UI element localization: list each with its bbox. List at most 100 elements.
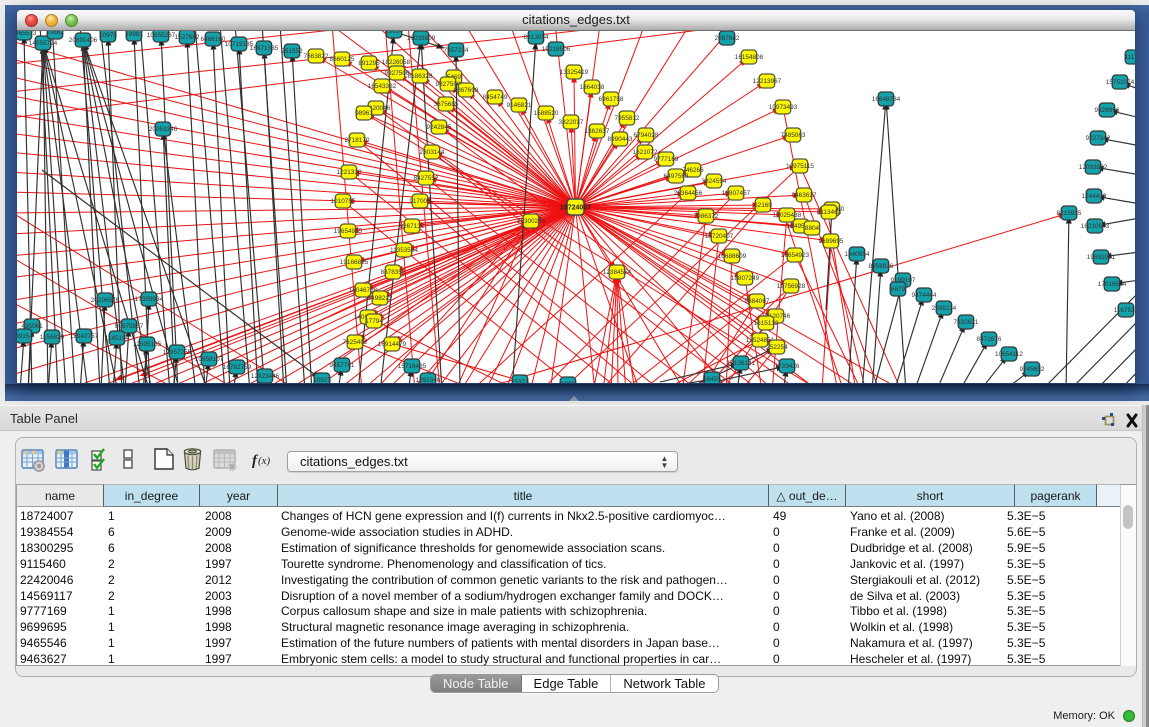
svg-text:8958926: 8958926: [869, 263, 894, 270]
svg-text:8186328: 8186328: [408, 73, 433, 80]
svg-text:1527602: 1527602: [175, 34, 200, 41]
svg-text:9457791: 9457791: [330, 362, 355, 369]
svg-text:12505135: 12505135: [133, 341, 162, 348]
svg-text:16210643: 16210643: [1081, 223, 1110, 230]
svg-text:1292346: 1292346: [416, 377, 441, 383]
svg-text:1010755: 1010755: [331, 198, 356, 205]
svg-text:8454749: 8454749: [483, 94, 508, 101]
svg-text:98961: 98961: [355, 110, 373, 117]
svg-text:16648784: 16648784: [872, 96, 901, 103]
svg-text:15751074: 15751074: [1106, 79, 1135, 86]
svg-text:8878352: 8878352: [381, 269, 406, 276]
svg-text:8990443: 8990443: [608, 136, 633, 143]
svg-text:15720407: 15720407: [705, 233, 734, 240]
svg-text:18807249: 18807249: [731, 275, 760, 282]
svg-text:3822037: 3822037: [559, 119, 584, 126]
svg-text:16671385: 16671385: [250, 45, 279, 52]
svg-text:15716485: 15716485: [398, 363, 427, 370]
svg-text:12942757: 12942757: [70, 333, 99, 340]
svg-text:16782759: 16782759: [223, 364, 252, 371]
svg-text:6961758: 6961758: [599, 96, 624, 103]
svg-text:8660125: 8660125: [330, 56, 355, 63]
svg-text:18226058: 18226058: [382, 59, 411, 66]
svg-text:8267130: 8267130: [400, 223, 425, 230]
svg-text:17957255: 17957255: [163, 349, 192, 356]
svg-text:1244419: 1244419: [1082, 193, 1107, 200]
svg-text:8215955: 8215955: [1057, 210, 1082, 217]
svg-text:8804: 8804: [805, 225, 820, 232]
svg-text:3824554: 3824554: [702, 178, 727, 185]
svg-text:8113463: 8113463: [817, 209, 842, 216]
svg-text:10975: 10975: [99, 32, 117, 39]
svg-text:9777169: 9777169: [654, 156, 679, 163]
svg-text:9474444: 9474444: [912, 292, 937, 299]
svg-text:17016504: 17016504: [1098, 281, 1127, 288]
svg-text:9884067: 9884067: [745, 298, 770, 305]
svg-text:1362637: 1362637: [585, 128, 610, 135]
svg-text:15372: 15372: [511, 379, 529, 383]
svg-text:9699695: 9699695: [819, 238, 844, 245]
svg-text:7955812: 7955812: [615, 115, 640, 122]
svg-text:1890: 1890: [561, 381, 576, 383]
svg-text:891295: 891295: [358, 60, 380, 67]
svg-text:19654925: 19654925: [334, 228, 363, 235]
svg-text:19654923: 19654923: [781, 252, 810, 259]
svg-text:7632621: 7632621: [954, 319, 979, 326]
svg-text:19862: 19862: [46, 31, 64, 36]
svg-text:90975867: 90975867: [115, 323, 144, 330]
svg-text:7986372: 7986372: [694, 213, 719, 220]
svg-text:6879: 6879: [891, 286, 906, 293]
svg-text:252254: 252254: [766, 344, 788, 351]
svg-text:19756928: 19756928: [777, 283, 806, 290]
svg-text:39154: 39154: [17, 333, 33, 340]
svg-text:19166825: 19166825: [340, 259, 369, 266]
svg-text:20206576: 20206576: [91, 297, 120, 304]
svg-text:6466160: 6466160: [201, 36, 226, 43]
svg-text:20891406: 20891406: [69, 37, 98, 44]
svg-text:16455: 16455: [703, 376, 721, 383]
svg-text:10807457: 10807457: [722, 190, 751, 197]
svg-text:9463627: 9463627: [792, 192, 817, 199]
svg-text:1156829: 1156829: [40, 334, 65, 341]
svg-text:1167538: 1167538: [1114, 307, 1135, 314]
svg-text:2867608: 2867608: [454, 87, 479, 94]
svg-text:19692971: 19692971: [1087, 254, 1116, 261]
svg-text:12213967: 12213967: [753, 78, 782, 85]
svg-text:15300275: 15300275: [517, 218, 546, 225]
svg-text:10688609: 10688609: [718, 253, 747, 260]
svg-text:9227342: 9227342: [1086, 135, 1111, 142]
svg-text:5498222: 5498222: [368, 295, 393, 302]
svg-text:18724007: 18724007: [560, 205, 591, 212]
svg-text:19218506: 19218506: [542, 46, 571, 53]
svg-text:2803144: 2803144: [420, 149, 445, 156]
svg-text:8471676: 8471676: [977, 336, 1002, 343]
svg-text:10654112: 10654112: [995, 351, 1023, 358]
svg-text:1621072: 1621072: [633, 149, 658, 156]
svg-text:1221338: 1221338: [337, 169, 362, 176]
svg-text:9146821: 9146821: [507, 102, 532, 109]
svg-text:20364456: 20364456: [674, 190, 703, 197]
svg-text:1733426: 1733426: [775, 363, 800, 370]
svg-text:10025438: 10025438: [773, 212, 802, 219]
svg-text:16033809: 16033809: [407, 35, 436, 42]
svg-text:9242845: 9242845: [427, 124, 452, 131]
svg-text:16543382: 16543382: [368, 83, 397, 90]
svg-text:13325419: 13325419: [560, 69, 589, 76]
svg-text:7485063: 7485063: [781, 132, 806, 139]
svg-text:1145194: 1145194: [105, 335, 130, 342]
svg-text:17794: 17794: [365, 318, 383, 325]
svg-text:10655267: 10655267: [147, 32, 176, 39]
svg-text:9827506: 9827506: [385, 70, 410, 77]
svg-text:10973493: 10973493: [769, 104, 798, 111]
svg-text:12923446: 12923446: [251, 373, 280, 380]
svg-text:12384554: 12384554: [603, 269, 632, 276]
svg-text:8427552: 8427552: [414, 175, 439, 182]
svg-text:11172: 11172: [1125, 54, 1135, 61]
svg-text:16154808: 16154808: [735, 54, 764, 61]
svg-text:14055724: 14055724: [29, 40, 58, 47]
svg-text:2718170: 2718170: [345, 137, 370, 144]
svg-text:7625402: 7625402: [343, 339, 368, 346]
svg-text:2465573: 2465573: [17, 31, 37, 37]
svg-text:751552: 751552: [281, 48, 303, 55]
svg-text:7663822: 7663822: [304, 53, 329, 60]
